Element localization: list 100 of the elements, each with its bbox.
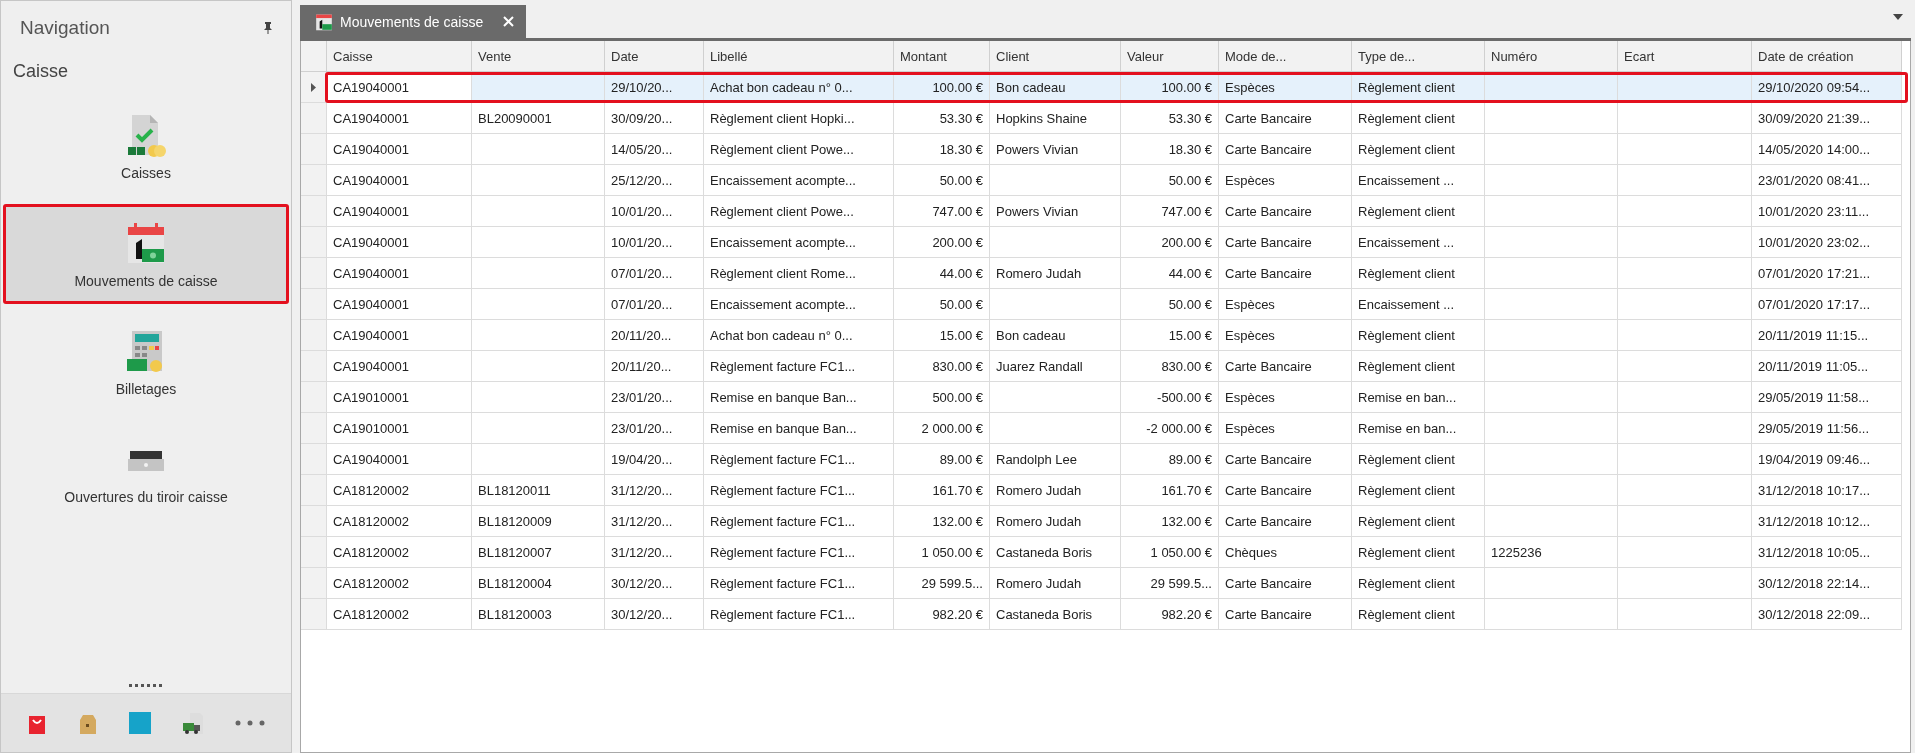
more-icon[interactable] [235,720,266,726]
table-cell: Règlement facture FC1... [704,351,894,382]
table-cell: BL20090001 [472,103,605,134]
dropdown-caret-icon[interactable] [1893,14,1903,20]
table-cell: 23/01/20... [605,413,704,444]
table-cell: 747.00 € [894,196,990,227]
table-cell: 15.00 € [894,320,990,351]
table-cell: 20/11/2019 11:15... [1752,320,1902,351]
column-header[interactable]: Libellé [704,41,894,72]
table-cell: 10/01/20... [605,196,704,227]
table-cell: Juarez Randall [990,351,1121,382]
row-indicator-icon [311,82,316,92]
parcel-icon[interactable] [77,712,98,734]
splitter-grip[interactable] [129,684,163,688]
table-cell: CA19040001 [327,103,472,134]
table-cell: CA19010001 [327,413,472,444]
square-icon[interactable] [128,712,151,734]
table-cell: Règlement client [1352,599,1485,630]
table-cell: CA19040001 [327,196,472,227]
table-cell: Carte Bancaire [1219,227,1352,258]
table-cell: 19/04/20... [605,444,704,475]
table-cell: 07/01/2020 17:21... [1752,258,1902,289]
row-header[interactable] [301,72,327,103]
table-cell: Castaneda Boris [990,599,1121,630]
table-cell: 50.00 € [1121,289,1219,320]
table-cell: 747.00 € [1121,196,1219,227]
nav-item[interactable]: Mouvements de caisse [3,204,289,304]
table-cell: 18.30 € [1121,134,1219,165]
table-cell: 31/12/20... [605,537,704,568]
table-cell: 31/12/2018 10:12... [1752,506,1902,537]
table-cell: 500.00 € [894,382,990,413]
table-cell: Chèques [1219,537,1352,568]
column-header[interactable]: Caisse [327,41,472,72]
table-cell: 50.00 € [1121,165,1219,196]
table-cell: CA19040001 [327,289,472,320]
table-cell: Encaissement ... [1352,289,1485,320]
table-cell: Carte Bancaire [1219,506,1352,537]
column-header[interactable]: Date [605,41,704,72]
table-cell: Achat bon cadeau n° 0... [704,320,894,351]
table-cell: 30/09/2020 21:39... [1752,103,1902,134]
table-cell: Carte Bancaire [1219,475,1352,506]
column-header[interactable]: Ecart [1618,41,1752,72]
table-cell: Espèces [1219,165,1352,196]
close-icon[interactable] [503,16,515,27]
table-cell: 44.00 € [1121,258,1219,289]
table-cell: Romero Judah [990,568,1121,599]
nav-item[interactable]: Caisses [3,96,289,196]
table-cell: 10/01/2020 23:02... [1752,227,1902,258]
table-cell: 31/12/20... [605,506,704,537]
table-cell: 07/01/20... [605,289,704,320]
table-cell: Règlement facture FC1... [704,599,894,630]
table-cell: Règlement client [1352,320,1485,351]
table-cell: CA19040001 [327,320,472,351]
column-header[interactable]: Numéro [1485,41,1618,72]
column-header[interactable]: Client [990,41,1121,72]
column-header[interactable]: Date de création [1752,41,1902,72]
table-cell: Randolph Lee [990,444,1121,475]
section-title: Caisse [12,60,70,83]
nav-item[interactable]: Ouvertures du tiroir caisse [3,420,289,520]
table-cell: Carte Bancaire [1219,351,1352,382]
table-cell: Encaissement acompte... [704,227,894,258]
table-cell: Espèces [1219,320,1352,351]
column-header[interactable]: Montant [894,41,990,72]
table-cell: CA19040001 [327,258,472,289]
delivery-document-icon[interactable] [182,712,205,734]
pin-icon[interactable] [263,22,273,34]
nav-item[interactable]: Billetages [3,312,289,412]
table-cell: Règlement facture FC1... [704,475,894,506]
table-cell: 30/12/20... [605,599,704,630]
column-header[interactable]: Valeur [1121,41,1219,72]
table-cell: 23/01/20... [605,382,704,413]
document-tab[interactable]: Mouvements de caisse [300,5,527,38]
table-cell: CA19040001 [327,134,472,165]
table-cell: CA18120002 [327,506,472,537]
column-header[interactable]: Vente [472,41,605,72]
table-cell: Encaissement ... [1352,165,1485,196]
table-cell: Powers Vivian [990,134,1121,165]
table-cell: 50.00 € [894,289,990,320]
table-cell: Règlement client Hopki... [704,103,894,134]
table-cell: Encaissement ... [1352,227,1485,258]
table-cell: Règlement client [1352,475,1485,506]
table-cell: Règlement client [1352,568,1485,599]
column-header[interactable]: Mode de... [1219,41,1352,72]
table-cell: Romero Judah [990,258,1121,289]
table-cell: Règlement client Powe... [704,196,894,227]
table-cell: 30/12/20... [605,568,704,599]
table-cell: BL18120003 [472,599,605,630]
table-cell: 31/12/20... [605,475,704,506]
table-cell: Carte Bancaire [1219,134,1352,165]
table-cell: Encaissement acompte... [704,165,894,196]
table-cell: Règlement facture FC1... [704,537,894,568]
table-cell: 89.00 € [894,444,990,475]
table-cell: -500.00 € [1121,382,1219,413]
table-cell: Castaneda Boris [990,537,1121,568]
column-header[interactable]: Type de... [1352,41,1485,72]
table-cell: Règlement client [1352,134,1485,165]
table-cell: 07/01/2020 17:17... [1752,289,1902,320]
table-cell: 30/12/2018 22:14... [1752,568,1902,599]
table-cell: 830.00 € [894,351,990,382]
table-cell: Règlement client [1352,444,1485,475]
